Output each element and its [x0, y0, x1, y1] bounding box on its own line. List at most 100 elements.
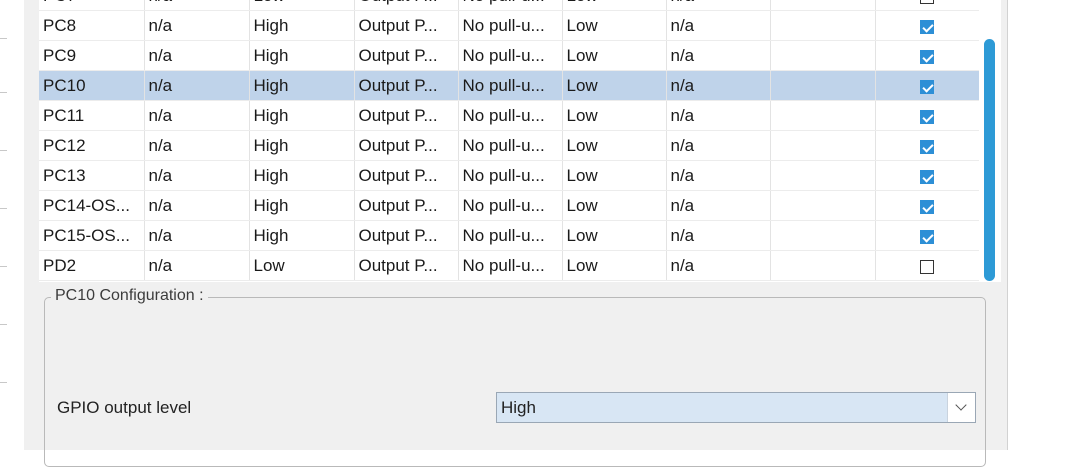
table-row[interactable]: PC7n/aLowOutput P...No pull-u...Lown/a — [39, 0, 980, 11]
cell-pull: No pull-u... — [458, 10, 563, 41]
cell-user-label: n/a — [666, 220, 771, 251]
pin-table: PC7n/aLowOutput P...No pull-u...Lown/aPC… — [39, 0, 980, 281]
cell-modified — [875, 70, 980, 101]
cell-level: Low — [249, 250, 355, 281]
cell-modified — [875, 160, 980, 191]
pin-table-container: PC7n/aLowOutput P...No pull-u...Lown/aPC… — [39, 0, 1001, 282]
cell-user-label: n/a — [666, 190, 771, 221]
table-row[interactable]: PC11 n/a High Output P... No pull-u... Low n/a — [39, 100, 980, 131]
cell-user-label: n/a — [666, 10, 771, 41]
cell-modified — [875, 0, 980, 11]
table-row[interactable]: PC9 n/a High Output P... No pull-u... Low n/a — [39, 40, 980, 71]
cell-pin: PC9 — [39, 40, 145, 71]
cell-extra — [770, 70, 876, 101]
table-row[interactable]: PC12 n/a High Output P... No pull-u... Low n/a — [39, 130, 980, 161]
cell-user-label: n/a — [666, 70, 771, 101]
gpio-output-level-label: GPIO output level — [57, 398, 192, 417]
chevron-down-icon[interactable] — [947, 393, 975, 422]
gutter-tick — [0, 266, 7, 267]
cell-pull: No pull-u... — [458, 100, 563, 131]
gpio-output-level-select[interactable]: High — [496, 392, 976, 423]
table-row[interactable]: PC13 n/a High Output P... No pull-u... Low n/a — [39, 160, 980, 191]
cell-mode: Output P... — [354, 100, 459, 131]
cell-mode: Output P... — [354, 40, 459, 71]
gutter-tick — [0, 92, 7, 93]
modified-checkbox-checked[interactable] — [920, 79, 934, 94]
cell-mode: Output P... — [354, 250, 459, 281]
gutter-tick — [0, 150, 7, 151]
table-row[interactable]: PC10 n/a High Output P... No pull-u... Low n/a — [39, 70, 980, 101]
cell-extra — [770, 160, 876, 191]
cell-mode: Output P... — [354, 0, 459, 11]
cell-pin: PC10 — [39, 70, 145, 101]
modified-checkbox[interactable] — [920, 0, 934, 4]
modified-checkbox-checked[interactable] — [920, 19, 934, 34]
cell-pin: PD2 — [39, 250, 145, 281]
cell-pull: No pull-u... — [458, 70, 563, 101]
cell-pull: No pull-u... — [458, 190, 563, 221]
modified-checkbox-checked[interactable] — [920, 229, 934, 244]
cell-modified — [875, 40, 980, 71]
modified-checkbox-checked[interactable] — [920, 169, 934, 184]
cell-signal: n/a — [144, 220, 250, 251]
pin-configuration-group: PC10 Configuration : GPIO output level H… — [44, 287, 986, 467]
cell-speed: Low — [562, 190, 667, 221]
cell-user-label: n/a — [666, 40, 771, 71]
table-scrollbar[interactable] — [979, 0, 1001, 282]
cell-extra — [770, 10, 876, 41]
cell-mode: Output P... — [354, 220, 459, 251]
table-row[interactable]: PD2 n/a Low Output P... No pull-u... Low n/a — [39, 250, 980, 281]
cell-extra — [770, 190, 876, 221]
scrollbar-thumb[interactable] — [984, 39, 995, 281]
cell-signal: n/a — [144, 130, 250, 161]
modified-checkbox[interactable] — [920, 259, 934, 274]
cell-extra — [770, 220, 876, 251]
cell-mode: Output P... — [354, 190, 459, 221]
cell-pull: No pull-u... — [458, 0, 563, 11]
gutter-tick — [0, 324, 7, 325]
cell-signal: n/a — [144, 10, 250, 41]
cell-user-label: n/a — [666, 0, 771, 11]
cell-signal: n/a — [144, 190, 250, 221]
modified-checkbox-checked[interactable] — [920, 49, 934, 64]
cell-pull: No pull-u... — [458, 250, 563, 281]
cell-mode: Output P... — [354, 70, 459, 101]
cell-user-label: n/a — [666, 250, 771, 281]
cell-modified — [875, 190, 980, 221]
cell-level: Low — [249, 0, 355, 11]
cell-pull: No pull-u... — [458, 220, 563, 251]
cell-extra — [770, 100, 876, 131]
cell-level: High — [249, 190, 355, 221]
cell-user-label: n/a — [666, 100, 771, 131]
cell-pull: No pull-u... — [458, 130, 563, 161]
table-row[interactable]: PC8 n/a High Output P... No pull-u... Low n/a — [39, 10, 980, 41]
modified-checkbox-checked[interactable] — [920, 139, 934, 154]
gpio-configuration-panel: PC7n/aLowOutput P...No pull-u...Lown/aPC… — [24, 0, 1008, 467]
modified-checkbox-checked[interactable] — [920, 109, 934, 124]
cell-extra — [770, 40, 876, 71]
cell-level: High — [249, 10, 355, 41]
cell-speed: Low — [562, 130, 667, 161]
table-row[interactable]: PC14-OS... n/a High Output P... No pull-u...… — [39, 190, 980, 221]
cell-level: High — [249, 160, 355, 191]
cell-pin: PC15-OS... — [39, 220, 145, 251]
configuration-title: PC10 Configuration : — [51, 287, 208, 305]
cell-speed: Low — [562, 40, 667, 71]
cell-pin: PC11 — [39, 100, 145, 131]
cell-speed: Low — [562, 10, 667, 41]
cell-mode: Output P... — [354, 130, 459, 161]
modified-checkbox-checked[interactable] — [920, 199, 934, 214]
cell-pull: No pull-u... — [458, 160, 563, 191]
gutter-tick — [0, 382, 7, 383]
cell-mode: Output P... — [354, 160, 459, 191]
cell-speed: Low — [562, 160, 667, 191]
cell-speed: Low — [562, 250, 667, 281]
cell-pin: PC7 — [39, 0, 145, 11]
cell-pin: PC12 — [39, 130, 145, 161]
cell-pin: PC8 — [39, 10, 145, 41]
table-row[interactable]: PC15-OS... n/a High Output P... No pull-u...… — [39, 220, 980, 251]
cell-extra — [770, 130, 876, 161]
cell-modified — [875, 10, 980, 41]
cell-level: High — [249, 130, 355, 161]
left-gutter — [0, 0, 24, 450]
